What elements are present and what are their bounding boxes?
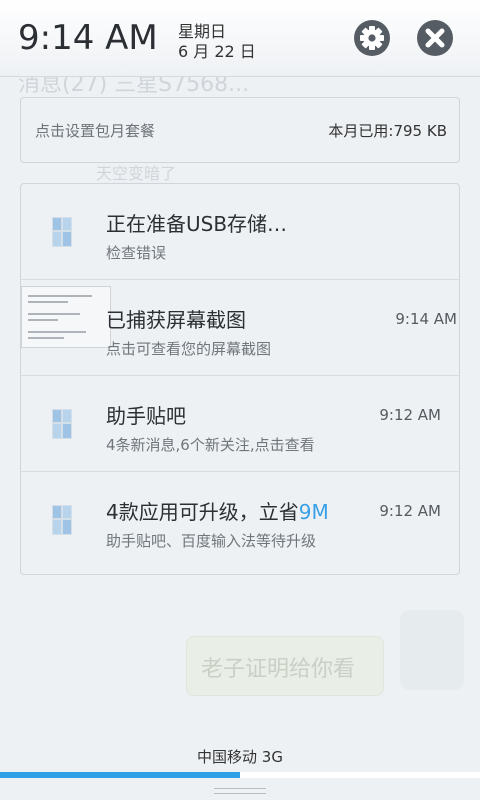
notification-title: 4款应用可升级，立省9M [106, 496, 362, 525]
notification-subtitle: 4条新消息,6个新关注,点击查看 [106, 436, 315, 454]
notification-list: 正在准备USB存储… 检查错误 已捕获屏幕截图 点击可查看您的屏幕截图 9:14… [20, 183, 460, 575]
date-label: 6 月 22 日 [178, 42, 256, 61]
notification-subtitle: 检查错误 [106, 244, 167, 262]
notification-subtitle: 点击可查看您的屏幕截图 [106, 340, 272, 358]
data-plan-hint: 点击设置包月套餐 [35, 122, 156, 140]
notification-usb-storage[interactable]: 正在准备USB存储… 检查错误 [21, 184, 459, 280]
notification-title-highlight: 9M [298, 500, 329, 524]
carrier-label: 中国移动 3G [197, 748, 283, 766]
close-icon [425, 28, 445, 48]
clock-time: 9:14 AM [18, 18, 158, 58]
app-icon [52, 505, 72, 535]
clear-all-button[interactable] [417, 20, 453, 56]
data-usage-card[interactable]: 点击设置包月套餐 本月已用:795 KB [20, 97, 460, 163]
progress-fill [0, 772, 240, 778]
background-bubble-text: 老子证明给你看 [201, 657, 356, 682]
notification-screenshot[interactable]: 已捕获屏幕截图 点击可查看您的屏幕截图 9:14 AM [21, 280, 459, 376]
notification-app-updates[interactable]: 4款应用可升级，立省9M 助手贴吧、百度输入法等待升级 9:12 AM [21, 472, 459, 567]
background-line-text: 天空变暗了 [96, 164, 177, 183]
notification-footer: 中国移动 3G [0, 730, 480, 800]
notification-title: 助手贴吧 [106, 404, 186, 428]
screenshot-thumbnail [21, 286, 111, 348]
notification-subtitle: 助手贴吧、百度输入法等待升级 [106, 532, 317, 550]
notification-title: 已捕获屏幕截图 [106, 308, 246, 332]
background-sticker-image [400, 610, 464, 690]
notification-header: 9:14 AM 星期日 6 月 22 日 [0, 0, 480, 77]
background-chat-bubble: 老子证明给你看 [186, 636, 384, 696]
drag-handle[interactable] [214, 788, 266, 794]
notification-time: 9:14 AM [395, 310, 457, 328]
notification-title-text: 4款应用可升级，立省 [106, 500, 299, 524]
notification-time: 9:12 AM [379, 406, 441, 424]
usb-storage-icon [52, 217, 72, 247]
settings-button[interactable] [354, 20, 390, 56]
notification-time: 9:12 AM [379, 502, 441, 520]
gear-icon [360, 26, 384, 50]
notification-tieba[interactable]: 助手贴吧 4条新消息,6个新关注,点击查看 9:12 AM [21, 376, 459, 472]
data-usage-value: 本月已用:795 KB [328, 122, 447, 140]
notification-title: 正在准备USB存储… [106, 212, 288, 236]
progress-bar [0, 772, 480, 778]
app-icon [52, 409, 72, 439]
